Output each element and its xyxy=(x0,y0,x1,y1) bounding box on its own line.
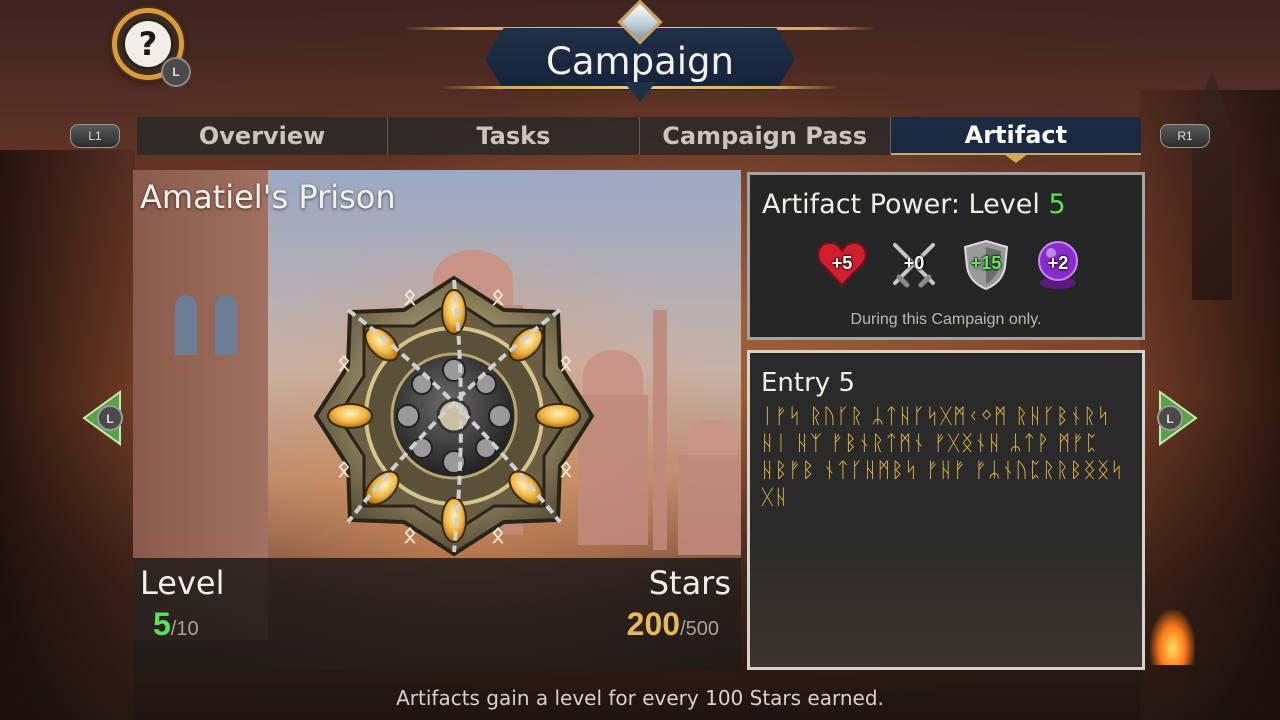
artifact-emblem-icon: ᛟ ᛟ ᛟ ᛟ ᛟ ᛟ ᛟ ᛟ xyxy=(313,275,595,557)
svg-text:ᛟ: ᛟ xyxy=(403,523,416,548)
page-title: Campaign xyxy=(546,40,734,83)
artifact-power-title: Artifact Power: Level 5 xyxy=(762,189,1066,220)
artifact-name: Amatiel's Prison xyxy=(140,178,396,216)
r1-shoulder-button[interactable]: R1 xyxy=(1160,124,1210,148)
tab-artifact[interactable]: Artifact xyxy=(890,117,1141,155)
artifact-power-label: Artifact Power: Level xyxy=(762,189,1040,220)
scenery-building xyxy=(678,455,741,555)
magic-stat: +2 xyxy=(1031,237,1085,291)
svg-text:ᛟ: ᛟ xyxy=(403,285,416,310)
scenery-minaret xyxy=(653,310,667,550)
controller-l-button-hint: L xyxy=(161,57,191,87)
level-value: 5/10 xyxy=(153,606,199,643)
svg-text:ᛟ: ᛟ xyxy=(491,523,504,548)
next-hint-label: L xyxy=(1166,412,1173,426)
banner-point xyxy=(624,82,656,102)
question-mark-icon: ? xyxy=(125,21,171,67)
entry-rune-text: ᛁᚠᛋ ᚱᚢᚴᚱ ᛦᛏᚺᚴᛋᚷᛗᚲᛜᛗ ᚱᚺᚴᛒᚾᚱᛋ ᚺᛁ ᚺᛉ ᚠᛒᚾᚱᛏᛗ… xyxy=(761,404,1125,509)
stars-max: /500 xyxy=(680,618,719,640)
previous-arrow-button[interactable]: L xyxy=(80,388,128,448)
footer-tip: Artifacts gain a level for every 100 Sta… xyxy=(396,686,884,710)
svg-text:ᛟ: ᛟ xyxy=(491,285,504,310)
heart-stat: +5 xyxy=(815,237,869,291)
defense-bonus-value: +15 xyxy=(970,253,1002,273)
svg-text:ᛟ: ᛟ xyxy=(559,351,572,376)
stars-value: 200/500 xyxy=(627,606,719,643)
l1-shoulder-button[interactable]: L1 xyxy=(70,124,120,148)
artifact-power-panel: Artifact Power: Level 5 +5 +0 +15 +2 Dur… xyxy=(747,172,1145,340)
stars-label: Stars xyxy=(648,564,731,602)
lore-entry-panel[interactable]: Entry 5 ᛁᚠᛋ ᚱᚢᚴᚱ ᛦᛏᚺᚴᛋᚷᛗᚲᛜᛗ ᚱᚺᚴᛒᚾᚱᛋ ᚺᛁ ᚺ… xyxy=(747,350,1145,670)
scenery-dome xyxy=(688,420,738,460)
health-bonus-value: +5 xyxy=(831,253,853,273)
attack-bonus-value: +0 xyxy=(903,253,925,273)
level-max: /10 xyxy=(170,618,199,640)
magic-bonus-value: +2 xyxy=(1047,253,1069,273)
tower-window xyxy=(175,295,197,355)
artifact-power-level: 5 xyxy=(1048,189,1066,220)
level-label: Level xyxy=(140,564,225,602)
prev-hint-label: L xyxy=(106,412,113,426)
tab-tasks[interactable]: Tasks xyxy=(388,117,640,155)
help-button[interactable]: ? L xyxy=(112,8,191,87)
artifact-progress-footer: Level Stars 5/10 200/500 xyxy=(133,558,741,670)
level-current: 5 xyxy=(153,606,171,642)
entry-title: Entry 5 xyxy=(761,368,855,398)
campfire xyxy=(1150,610,1195,665)
power-duration-note: During this Campaign only. xyxy=(850,311,1042,328)
svg-text:ᛟ: ᛟ xyxy=(559,457,572,482)
defense-stat: +15 xyxy=(959,237,1013,291)
tower-window xyxy=(215,295,237,355)
svg-text:ᛟ: ᛟ xyxy=(337,351,350,376)
tab-campaign-pass[interactable]: Campaign Pass xyxy=(640,117,891,155)
title-banner: Campaign xyxy=(405,0,875,105)
svg-text:ᛟ: ᛟ xyxy=(337,457,350,482)
stars-current: 200 xyxy=(626,606,681,642)
next-arrow-button[interactable]: L xyxy=(1152,388,1200,448)
stat-bonus-row: +5 +0 +15 +2 xyxy=(815,237,1085,297)
artifact-card: Amatiel's Prison ᛟ ᛟ ᛟ ᛟ ᛟ ᛟ ᛟ ᛟ Level S… xyxy=(133,170,741,670)
tab-overview[interactable]: Overview xyxy=(137,117,389,155)
attack-stat: +0 xyxy=(887,237,941,291)
tab-bar: Overview Tasks Campaign Pass Artifact xyxy=(137,117,1141,155)
